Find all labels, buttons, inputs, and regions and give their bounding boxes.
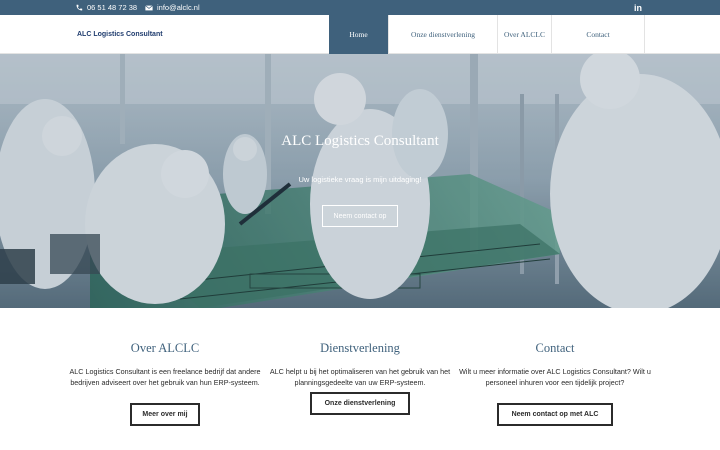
column-heading: Dienstverlening bbox=[320, 341, 400, 355]
column-heading: Over ALCLC bbox=[130, 341, 200, 355]
hero-subtitle: Uw logistieke vraag is mijn uitdaging! bbox=[298, 175, 422, 184]
phone-icon bbox=[76, 4, 83, 10]
hero-title: ALC Logistics Consultant bbox=[281, 133, 439, 149]
hero-section: ALC Logistics Consultant Uw logistieke v… bbox=[0, 54, 720, 308]
envelope-icon bbox=[145, 4, 153, 10]
main-nav: Home Onze dienstverlening Over ALCLC Con… bbox=[329, 15, 645, 54]
hero-contact-button[interactable]: Neem contact op bbox=[322, 205, 398, 227]
column-text: ALC Logistics Consultant is een freelanc… bbox=[69, 367, 261, 387]
meer-over-mij-button[interactable]: Meer over mij bbox=[130, 403, 200, 426]
nav-home[interactable]: Home bbox=[329, 15, 388, 54]
column-heading: Contact bbox=[535, 341, 575, 355]
linkedin-icon: in bbox=[634, 2, 642, 13]
email-address: info@alclc.nl bbox=[157, 3, 200, 12]
column-text: Wilt u meer informatie over ALC Logistic… bbox=[459, 367, 651, 387]
top-bar: 06 51 48 72 38 info@alclc.nl in bbox=[0, 0, 720, 15]
nav-over-alclc[interactable]: Over ALCLC bbox=[497, 15, 551, 54]
column-text: ALC helpt u bij het optimaliseren van he… bbox=[269, 367, 451, 387]
phone-number: 06 51 48 72 38 bbox=[87, 3, 138, 12]
email-contact[interactable]: info@alclc.nl bbox=[145, 0, 200, 15]
linkedin-link[interactable]: in bbox=[634, 0, 642, 15]
phone-contact[interactable]: 06 51 48 72 38 bbox=[75, 0, 137, 15]
onze-dienstverlening-button[interactable]: Onze dienstverlening bbox=[310, 392, 410, 415]
nav-onze-dienstverlening[interactable]: Onze dienstverlening bbox=[388, 15, 497, 54]
site-logo[interactable]: ALC Logistics Consultant bbox=[77, 15, 163, 54]
nav-contact[interactable]: Contact bbox=[551, 15, 645, 54]
contact-alc-button[interactable]: Neem contact op met ALC bbox=[497, 403, 613, 426]
site-header: ALC Logistics Consultant Home Onze diens… bbox=[0, 15, 720, 54]
